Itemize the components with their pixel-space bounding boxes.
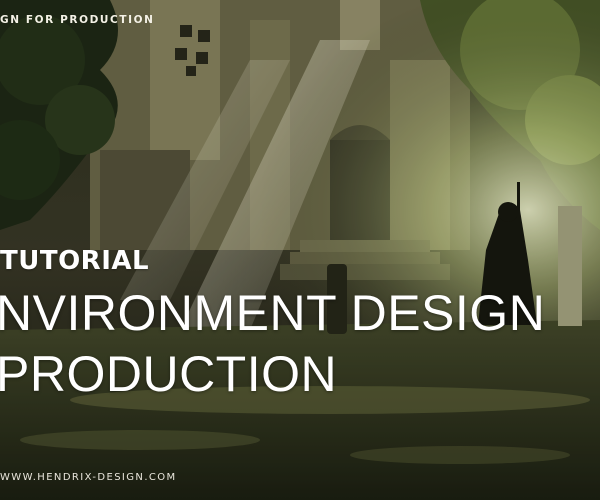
header-label: GN FOR PRODUCTION	[0, 14, 155, 26]
hero-title-line-1: NVIRONMENT DESIGN	[0, 285, 546, 341]
website-link[interactable]: WWW.HENDRIX-DESIGN.COM	[0, 472, 177, 483]
tutorial-kicker: TUTORIAL	[0, 246, 150, 276]
hero-title-line-2: PRODUCTION	[0, 346, 338, 402]
